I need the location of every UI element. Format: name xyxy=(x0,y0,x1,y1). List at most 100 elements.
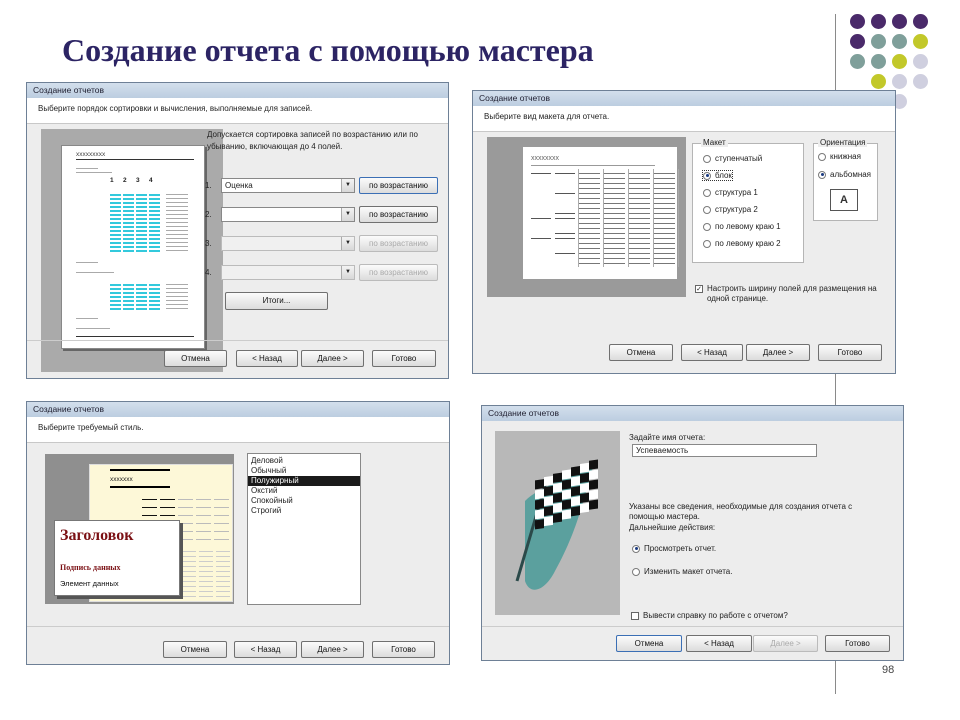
preview-text-line xyxy=(196,499,211,500)
preview-text-line xyxy=(166,234,188,235)
style-listbox[interactable]: Деловой Обычный Полужирный Окстий Спокойный С… xyxy=(247,453,361,605)
style-list-item[interactable]: Окстий xyxy=(248,486,360,496)
back-button[interactable]: < Назад xyxy=(236,350,298,367)
totals-button[interactable]: Итоги... xyxy=(225,292,328,310)
preview-text-line xyxy=(654,188,675,189)
preview-text-line xyxy=(166,242,188,243)
style-list-item[interactable]: Деловой xyxy=(248,456,360,466)
preview-text-line xyxy=(654,213,675,214)
fit-width-checkbox[interactable]: ✓ Настроить ширину полей для размещения … xyxy=(695,284,885,304)
style-list-item[interactable]: Строгий xyxy=(248,506,360,516)
sort-order-button[interactable]: по возрастанию xyxy=(359,177,438,194)
finish-button[interactable]: Готово xyxy=(372,350,436,367)
cancel-button[interactable]: Отмена xyxy=(609,344,673,361)
preview-text-line xyxy=(166,202,188,203)
preview-text-line xyxy=(654,253,675,254)
style-preview-panel: xxxxxxx Заголовок Подпись данных Элемент… xyxy=(45,454,234,604)
preview-text-line xyxy=(555,218,575,219)
layout-option-label: по левому краю 1 xyxy=(715,222,781,231)
finish-button[interactable]: Готово xyxy=(372,641,435,658)
back-button[interactable]: < Назад xyxy=(686,635,752,652)
preview-text-line xyxy=(199,551,213,552)
preview-data-cell xyxy=(123,308,134,310)
preview-text-line xyxy=(76,328,110,329)
sort-order-button[interactable]: по возрастанию xyxy=(359,206,438,223)
layout-option[interactable]: по левому краю 2 xyxy=(703,239,781,248)
layout-dialog: Создание отчетов Выберите вид макета для… xyxy=(472,90,896,374)
decor-dot xyxy=(892,74,907,89)
sort-field-combo[interactable]: Оценка ▼ xyxy=(221,178,355,193)
preview-text-line xyxy=(199,581,213,582)
preview-data-cell xyxy=(110,206,121,208)
sort-field-combo[interactable]: ▼ xyxy=(221,236,355,251)
layout-preview-page: xxxxxxxx xyxy=(523,147,679,279)
next-action-option[interactable]: Изменить макет отчета. xyxy=(632,567,732,576)
preview-text-line xyxy=(654,178,675,179)
style-list-item[interactable]: Полужирный xyxy=(248,476,360,486)
preview-data-cell xyxy=(110,202,121,204)
style-list-item[interactable]: Обычный xyxy=(248,466,360,476)
preview-data-cell xyxy=(110,238,121,240)
sort-order-button[interactable]: по возрастанию xyxy=(359,235,438,252)
preview-text-line xyxy=(629,208,650,209)
sort-field-combo[interactable]: ▼ xyxy=(221,265,355,280)
preview-text-line xyxy=(142,515,157,516)
back-button[interactable]: < Назад xyxy=(234,641,297,658)
layout-option[interactable]: блок xyxy=(702,170,733,181)
dialog-titlebar: Создание отчетов xyxy=(27,402,449,417)
next-button[interactable]: Далее > xyxy=(746,344,810,361)
preview-data-cell xyxy=(149,288,160,290)
next-action-option[interactable]: Просмотреть отчет. xyxy=(632,544,716,553)
finish-button[interactable]: Готово xyxy=(825,635,890,652)
sort-row-number: 3. xyxy=(205,239,212,248)
preview-data-cell xyxy=(123,214,134,216)
preview-data-cell xyxy=(149,300,160,302)
next-button[interactable]: Далее > xyxy=(753,635,818,652)
preview-data-cell xyxy=(136,206,147,208)
preview-text-line xyxy=(76,172,112,173)
preview-data-cell xyxy=(123,198,134,200)
fit-width-label: Настроить ширину полей для размещения на… xyxy=(707,284,877,303)
report-preview-page: xxxxxxxxx 1234 xyxy=(61,145,205,349)
slide: Создание отчета с помощью мастера Создан… xyxy=(0,0,960,720)
finish-button[interactable]: Готово xyxy=(818,344,882,361)
preview-data-cell xyxy=(149,202,160,204)
preview-text-line xyxy=(199,561,213,562)
orientation-option[interactable]: альбомная xyxy=(818,170,871,179)
preview-text-line xyxy=(76,272,114,273)
next-actions-label: Дальнейшие действия: xyxy=(629,523,716,532)
sort-field-combo[interactable]: ▼ xyxy=(221,207,355,222)
report-name-input[interactable]: Успеваемость xyxy=(632,444,817,457)
preview-text-line xyxy=(629,223,650,224)
cancel-button[interactable]: Отмена xyxy=(163,641,227,658)
sample-heading: Заголовок xyxy=(60,527,134,544)
preview-data-cell xyxy=(110,234,121,236)
finish-dialog: Создание отчетов Задайте имя отчета: Усп… xyxy=(481,405,904,661)
next-button[interactable]: Далее > xyxy=(301,350,364,367)
preview-text-line xyxy=(654,248,675,249)
sort-order-button[interactable]: по возрастанию xyxy=(359,264,438,281)
preview-data-cell xyxy=(149,242,160,244)
layout-option[interactable]: по левому краю 1 xyxy=(703,222,781,231)
preview-data-cell xyxy=(123,222,134,224)
style-list-item[interactable]: Спокойный xyxy=(248,496,360,506)
layout-option[interactable]: структура 2 xyxy=(703,205,758,214)
preview-text-line xyxy=(654,243,675,244)
preview-text-line xyxy=(555,233,575,234)
next-button[interactable]: Далее > xyxy=(301,641,364,658)
back-button[interactable]: < Назад xyxy=(681,344,743,361)
orientation-option-label: альбомная xyxy=(830,170,872,179)
cancel-button[interactable]: Отмена xyxy=(164,350,227,367)
preview-text-line xyxy=(76,168,98,169)
layout-option-label: ступенчатый xyxy=(715,154,763,163)
preview-text-line xyxy=(160,507,175,508)
preview-text-line xyxy=(629,193,650,194)
preview-text-line xyxy=(629,248,650,249)
layout-option[interactable]: структура 1 xyxy=(703,188,758,197)
preview-text-line xyxy=(182,581,196,582)
help-checkbox[interactable]: Вывести справку по работе с отчетом? xyxy=(631,611,788,620)
layout-option[interactable]: ступенчатый xyxy=(703,154,762,163)
orientation-option[interactable]: книжная xyxy=(818,152,861,161)
preview-text-line xyxy=(166,206,188,207)
cancel-button[interactable]: Отмена xyxy=(616,635,682,652)
